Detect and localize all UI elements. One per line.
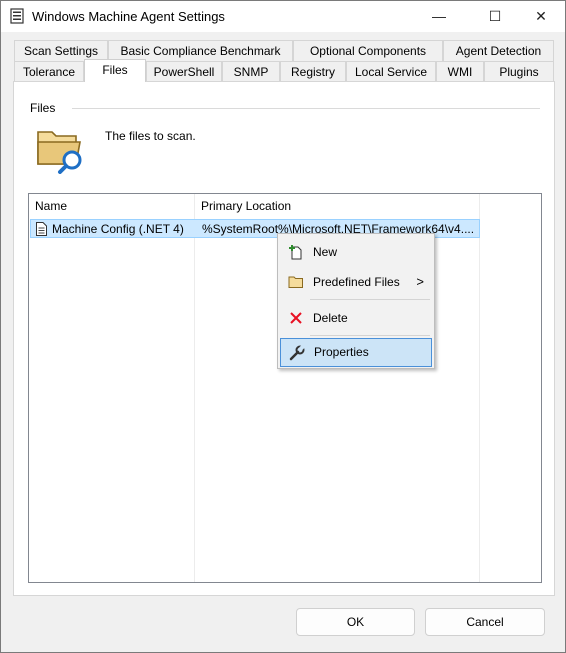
tab-optional-components[interactable]: Optional Components <box>293 40 443 61</box>
menu-item-label: New <box>313 245 338 259</box>
tab-agent-detection[interactable]: Agent Detection <box>443 40 554 61</box>
menu-item-label: Properties <box>314 345 369 359</box>
close-button[interactable]: ✕ <box>523 1 559 32</box>
app-icon <box>10 8 24 24</box>
column-separator <box>194 194 195 582</box>
menu-item-new[interactable]: New <box>280 238 432 266</box>
tab-strip: Scan Settings Basic Compliance Benchmark… <box>14 40 554 82</box>
files-description: The files to scan. <box>105 129 196 143</box>
tab-scan-settings[interactable]: Scan Settings <box>14 40 108 61</box>
folder-search-icon <box>37 131 82 174</box>
column-header-name[interactable]: Name <box>29 194 194 218</box>
menu-separator <box>310 335 430 336</box>
minimize-button[interactable]: — <box>421 1 457 32</box>
column-separator <box>479 194 480 582</box>
tab-plugins[interactable]: Plugins <box>484 61 554 82</box>
delete-icon <box>290 312 302 324</box>
context-menu: New Predefined Files > Delete Properties <box>277 233 435 369</box>
column-header-primary-location[interactable]: Primary Location <box>195 194 479 218</box>
tab-files[interactable]: Files <box>84 59 146 82</box>
tab-registry[interactable]: Registry <box>280 61 346 82</box>
ok-button[interactable]: OK <box>296 608 415 636</box>
file-icon <box>36 222 47 236</box>
folder-icon <box>288 276 303 288</box>
tab-powershell[interactable]: PowerShell <box>146 61 222 82</box>
menu-separator <box>310 299 430 300</box>
menu-item-label: Predefined Files <box>313 275 400 289</box>
window-title: Windows Machine Agent Settings <box>32 9 225 24</box>
tab-local-service[interactable]: Local Service <box>346 61 436 82</box>
row-name-cell: Machine Config (.NET 4) <box>52 222 184 236</box>
maximize-button[interactable]: ☐ <box>477 1 513 32</box>
menu-item-properties[interactable]: Properties <box>280 338 432 367</box>
settings-window: Windows Machine Agent Settings — ☐ ✕ Sca… <box>0 0 566 653</box>
cancel-button[interactable]: Cancel <box>425 608 545 636</box>
tab-basic-compliance-benchmark[interactable]: Basic Compliance Benchmark <box>108 40 293 61</box>
tab-tolerance[interactable]: Tolerance <box>14 61 84 82</box>
files-group-label: Files <box>30 101 56 115</box>
menu-item-predefined-files[interactable]: Predefined Files > <box>280 268 432 296</box>
new-icon <box>289 245 302 260</box>
group-divider <box>72 108 540 109</box>
menu-item-delete[interactable]: Delete <box>280 304 432 332</box>
tab-snmp[interactable]: SNMP <box>222 61 280 82</box>
title-bar[interactable]: Windows Machine Agent Settings — ☐ ✕ <box>1 1 565 32</box>
menu-item-label: Delete <box>313 311 348 325</box>
submenu-arrow-icon: > <box>416 274 424 289</box>
wrench-icon <box>289 345 305 361</box>
tab-wmi[interactable]: WMI <box>436 61 484 82</box>
